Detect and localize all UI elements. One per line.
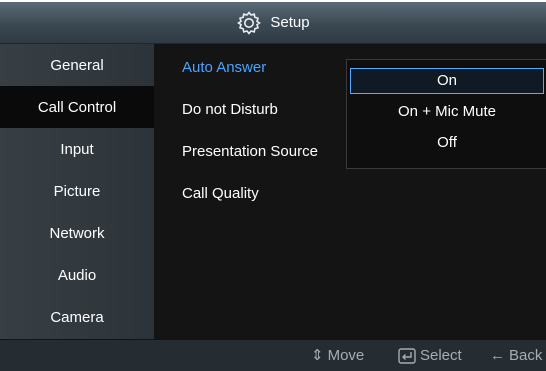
move-label: Move: [327, 347, 365, 364]
auto-answer-dropdown: On On + Mic Mute Off: [346, 59, 546, 169]
option-off[interactable]: Off: [350, 130, 544, 156]
option-on[interactable]: On: [350, 68, 544, 94]
title-group: Setup: [0, 2, 546, 43]
title-bar: Setup: [0, 2, 546, 44]
menu-item-presentation-source[interactable]: Presentation Source: [182, 140, 318, 164]
setup-screen: Setup General Call Control Input Picture…: [0, 2, 546, 371]
option-on-mic-mute[interactable]: On + Mic Mute: [350, 99, 544, 125]
back-arrow-icon: ←: [490, 347, 505, 364]
gear-icon: [237, 10, 262, 35]
sidebar-item-camera[interactable]: Camera: [0, 296, 154, 338]
sidebar-item-input[interactable]: Input: [0, 128, 154, 170]
sidebar-item-audio[interactable]: Audio: [0, 254, 154, 296]
back-hint: ← Back: [490, 340, 542, 371]
sidebar-item-general[interactable]: General: [0, 44, 154, 86]
menu-item-call-quality[interactable]: Call Quality: [182, 182, 259, 206]
sidebar-item-picture[interactable]: Picture: [0, 170, 154, 212]
sidebar-item-call-control[interactable]: Call Control: [0, 86, 154, 128]
move-hint: ⇕ Move: [311, 340, 364, 371]
page-title: Setup: [270, 14, 310, 31]
select-hint: Select: [398, 340, 462, 371]
back-label: Back: [509, 347, 543, 364]
select-label: Select: [420, 347, 462, 364]
enter-icon: [398, 347, 416, 364]
footer-hints: ⇕ Move Select ← Back: [0, 340, 546, 371]
menu-item-auto-answer[interactable]: Auto Answer: [182, 56, 266, 80]
sidebar-item-network[interactable]: Network: [0, 212, 154, 254]
menu-item-do-not-disturb[interactable]: Do not Disturb: [182, 98, 278, 122]
updown-arrows-icon: ⇕: [311, 347, 324, 364]
sidebar: General Call Control Input Picture Netwo…: [0, 44, 154, 339]
